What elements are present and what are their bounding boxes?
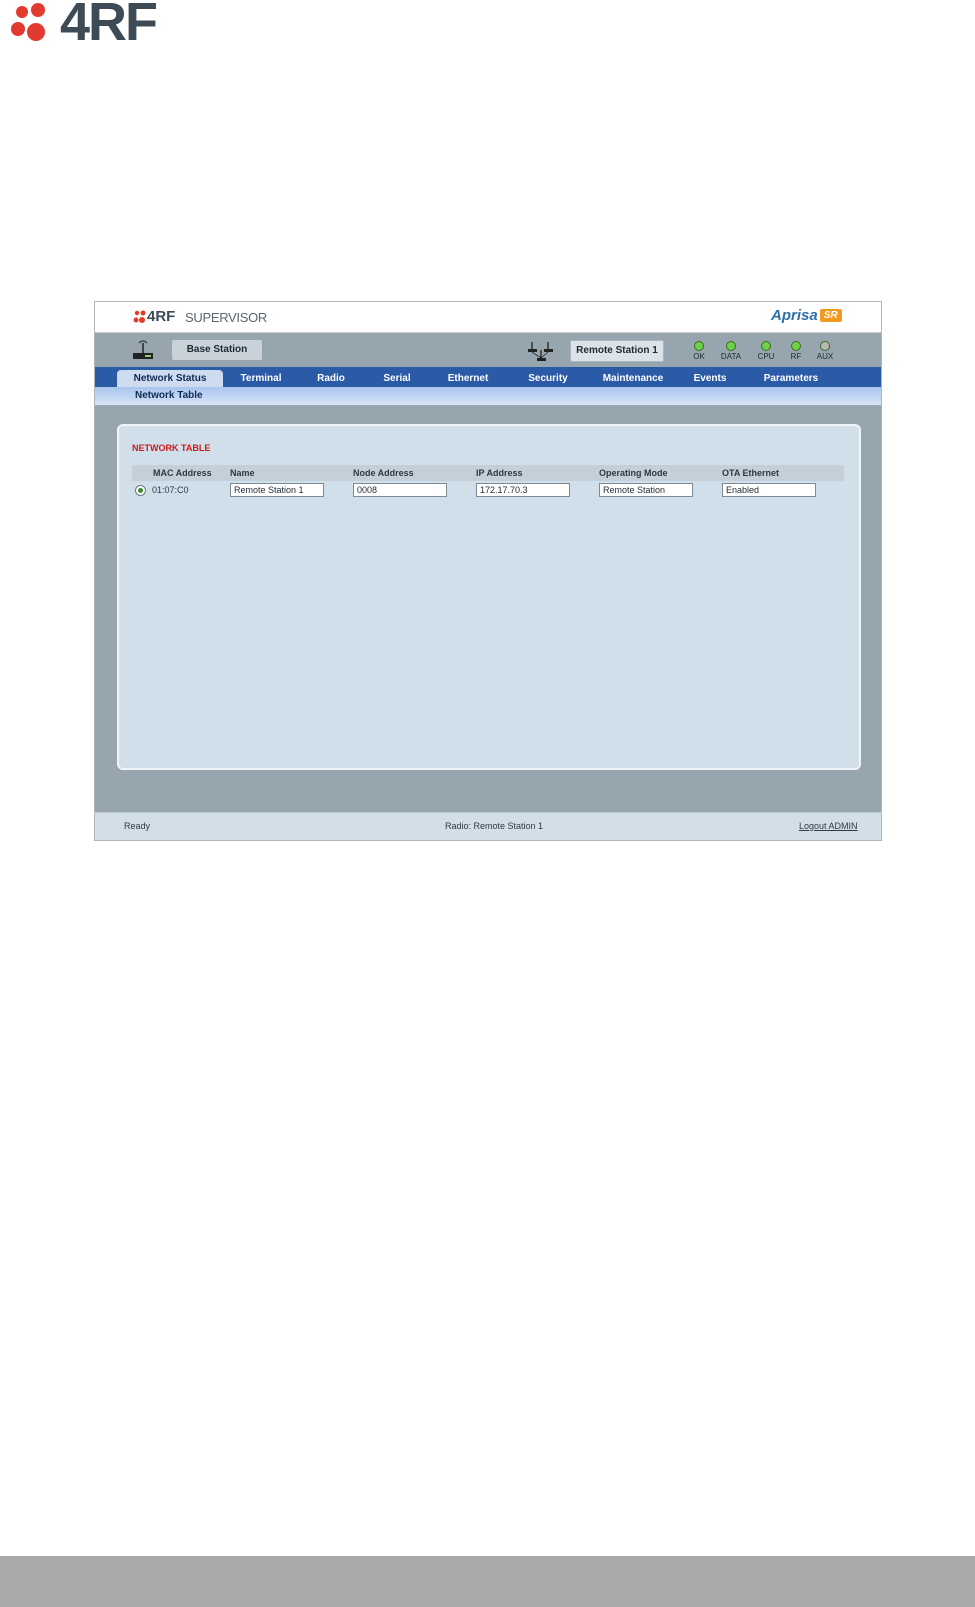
model-badge: SR [819, 309, 842, 322]
model-name: Aprisa [771, 307, 818, 324]
product-name: SUPERVISOR [185, 310, 268, 325]
subtab-network-table[interactable]: Network Table [135, 387, 203, 405]
led-rf-label: RF [790, 352, 802, 361]
column-ip-address: IP Address [476, 468, 523, 478]
network-table-panel: NETWORK TABLE MAC Address Name Node Addr… [117, 424, 861, 770]
station-status-bar: Base Station Remote Station 1 OK DATA CP… [95, 333, 881, 367]
ota-ethernet-field[interactable]: Enabled [722, 483, 816, 497]
footer-radio: Radio: Remote Station 1 [445, 821, 544, 831]
network-topology-icon [528, 342, 553, 361]
led-aux: AUX [810, 341, 840, 361]
4rf-mark-icon [133, 310, 146, 323]
supervisor-window: 4RF SUPERVISOR Aprisa SR Base Station Rem… [94, 301, 882, 841]
remote-station-selector[interactable]: Remote Station 1 [570, 340, 664, 362]
led-cpu: CPU [751, 341, 781, 361]
page-logo: 4RF [10, 0, 190, 52]
name-field[interactable]: Remote Station 1 [230, 483, 324, 497]
ip-address-field[interactable]: 172.17.70.3 [476, 483, 570, 497]
app-header: 4RF SUPERVISOR Aprisa SR [95, 302, 881, 333]
led-ok: OK [684, 341, 714, 361]
tab-serial[interactable]: Serial [367, 370, 427, 387]
column-name: Name [230, 468, 255, 478]
led-cpu-indicator [761, 341, 771, 351]
tab-maintenance[interactable]: Maintenance [591, 370, 675, 387]
tab-network-status[interactable]: Network Status [117, 370, 223, 387]
aprisa-logo: Aprisa SR [771, 307, 842, 324]
tab-parameters[interactable]: Parameters [751, 370, 831, 387]
led-rf: RF [781, 341, 811, 361]
status-footer: Ready Radio: Remote Station 1 Logout ADM… [95, 812, 881, 840]
column-operating-mode: Operating Mode [599, 468, 668, 478]
led-ok-label: OK [693, 352, 705, 361]
led-data-indicator [726, 341, 736, 351]
tab-radio[interactable]: Radio [301, 370, 361, 387]
brand-name: 4RF [147, 308, 176, 325]
table-header: MAC Address Name Node Address IP Address… [132, 465, 844, 481]
sub-nav: Network Table [95, 387, 881, 405]
led-aux-indicator [820, 341, 830, 351]
operating-mode-field[interactable]: Remote Station [599, 483, 693, 497]
logout-link[interactable]: Logout ADMIN [799, 813, 858, 839]
led-aux-label: AUX [816, 352, 834, 361]
tab-terminal[interactable]: Terminal [227, 370, 295, 387]
panel-title: NETWORK TABLE [132, 443, 211, 453]
4rf-logo-icon [11, 3, 45, 41]
row-select-radio[interactable] [135, 485, 146, 496]
led-rf-indicator [791, 341, 801, 351]
led-cpu-label: CPU [757, 352, 775, 361]
main-nav: Network Status Terminal Radio Serial Eth… [95, 367, 881, 387]
column-ota-ethernet: OTA Ethernet [722, 468, 780, 478]
column-mac-address: MAC Address [153, 468, 212, 478]
base-station-icon [133, 340, 153, 359]
tab-ethernet[interactable]: Ethernet [435, 370, 501, 387]
led-data: DATA [716, 341, 746, 361]
page-footer-band [0, 1556, 975, 1607]
row-mac-address: 01:07:C0 [152, 485, 189, 495]
led-ok-indicator [694, 341, 704, 351]
page-logo-text: 4RF [60, 0, 158, 52]
tab-events[interactable]: Events [679, 370, 741, 387]
tab-security[interactable]: Security [515, 370, 581, 387]
node-address-field[interactable]: 0008 [353, 483, 447, 497]
led-data-label: DATA [720, 352, 742, 361]
column-node-address: Node Address [353, 468, 414, 478]
footer-status: Ready [124, 821, 151, 831]
local-station-name: Base Station [172, 340, 262, 360]
